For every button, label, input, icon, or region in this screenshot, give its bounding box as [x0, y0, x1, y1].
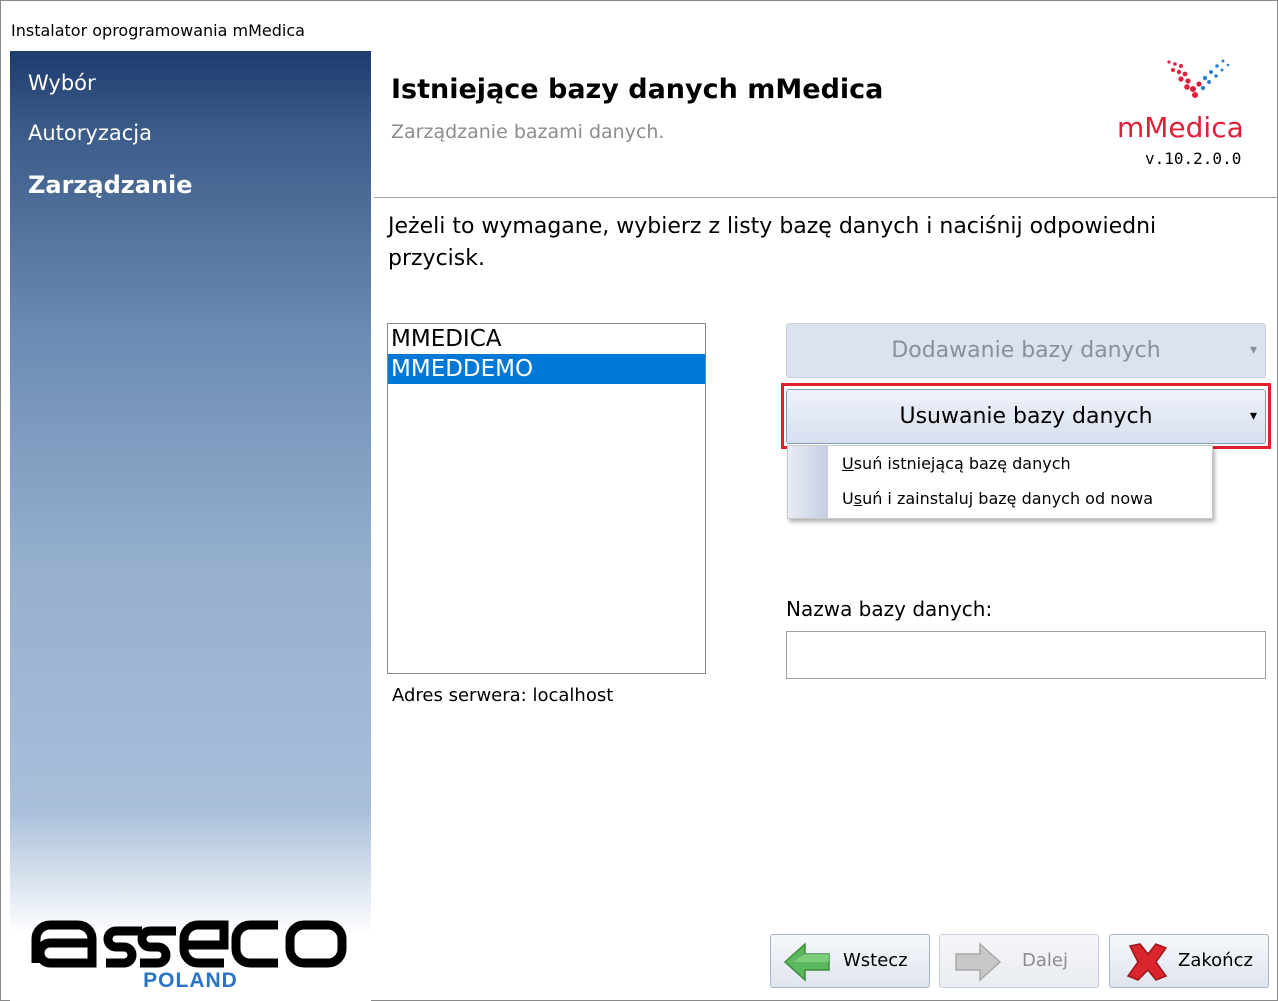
remove-database-label: Usuwanie bazy danych [899, 404, 1153, 429]
menu-gutter [788, 446, 828, 518]
database-listbox[interactable]: MMEDICA MMEDDEMO [387, 323, 706, 674]
add-database-button[interactable]: Dodawanie bazy danych ▾ [786, 323, 1266, 378]
instruction-text: Jeżeli to wymagane, wybierz z listy bazę… [388, 214, 1157, 271]
mmedica-brand-name: mMedica [1117, 111, 1244, 144]
menu-item-accelerator: U [842, 454, 854, 473]
remove-database-button[interactable]: Usuwanie bazy danych ▾ [786, 389, 1266, 444]
remove-database-menu: Usuń istniejącą bazę danych Usuń i zains… [787, 445, 1213, 519]
back-button[interactable]: Wstecz [770, 934, 930, 988]
menu-item-label: suń istniejącą bazę danych [853, 454, 1071, 473]
back-button-label: Wstecz [843, 950, 908, 971]
window-title: Instalator oprogramowania mMedica [11, 21, 305, 40]
mmedica-heart-icon [1167, 59, 1230, 98]
database-name-input[interactable] [786, 631, 1266, 679]
asseco-country-label: POLAND [143, 969, 238, 992]
sidebar-item-wybor: Wybór [28, 71, 96, 95]
wizard-sidebar: Wybór Autoryzacja Zarządzanie POLAND [10, 51, 371, 1001]
database-list-item-selected[interactable]: MMEDDEMO [388, 354, 705, 384]
sidebar-item-zarzadzanie: Zarządzanie [28, 171, 193, 199]
menu-item-label-prefix: U [842, 489, 854, 508]
menu-item-remove-existing[interactable]: Usuń istniejącą bazę danych [842, 454, 1071, 473]
sidebar-item-autoryzacja: Autoryzacja [28, 121, 152, 145]
asseco-logo [31, 920, 347, 968]
chevron-down-icon[interactable]: ▾ [1250, 390, 1257, 443]
installer-window: Instalator oprogramowania mMedica Wybór … [0, 0, 1278, 1001]
finish-button[interactable]: Zakończ [1109, 934, 1269, 988]
menu-item-remove-reinstall[interactable]: Usuń i zainstaluj bazę danych od nowa [842, 489, 1153, 508]
header-divider [374, 197, 1278, 198]
add-database-label: Dodawanie bazy danych [891, 338, 1161, 363]
version-label: v.10.2.0.0 [1145, 149, 1242, 168]
menu-item-label: uń i zainstaluj bazę danych od nowa [862, 489, 1154, 508]
page-title: Istniejące bazy danych mMedica [391, 74, 884, 105]
next-button-label: Dalej [1022, 950, 1068, 971]
arrow-right-icon [955, 942, 1002, 982]
next-button[interactable]: Dalej [939, 934, 1099, 988]
finish-button-label: Zakończ [1178, 950, 1253, 971]
menu-item-accelerator: s [853, 489, 863, 508]
title-bar: Instalator oprogramowania mMedica [1, 1, 1277, 51]
chevron-down-icon[interactable]: ▾ [1250, 324, 1257, 377]
database-list-item[interactable]: MMEDICA [388, 324, 705, 354]
arrow-left-icon [783, 942, 830, 982]
server-address-label: Adres serwera: localhost [392, 685, 614, 706]
database-name-label: Nazwa bazy danych: [786, 597, 993, 621]
page-subtitle: Zarządzanie bazami danych. [391, 121, 665, 143]
close-icon [1126, 943, 1168, 981]
